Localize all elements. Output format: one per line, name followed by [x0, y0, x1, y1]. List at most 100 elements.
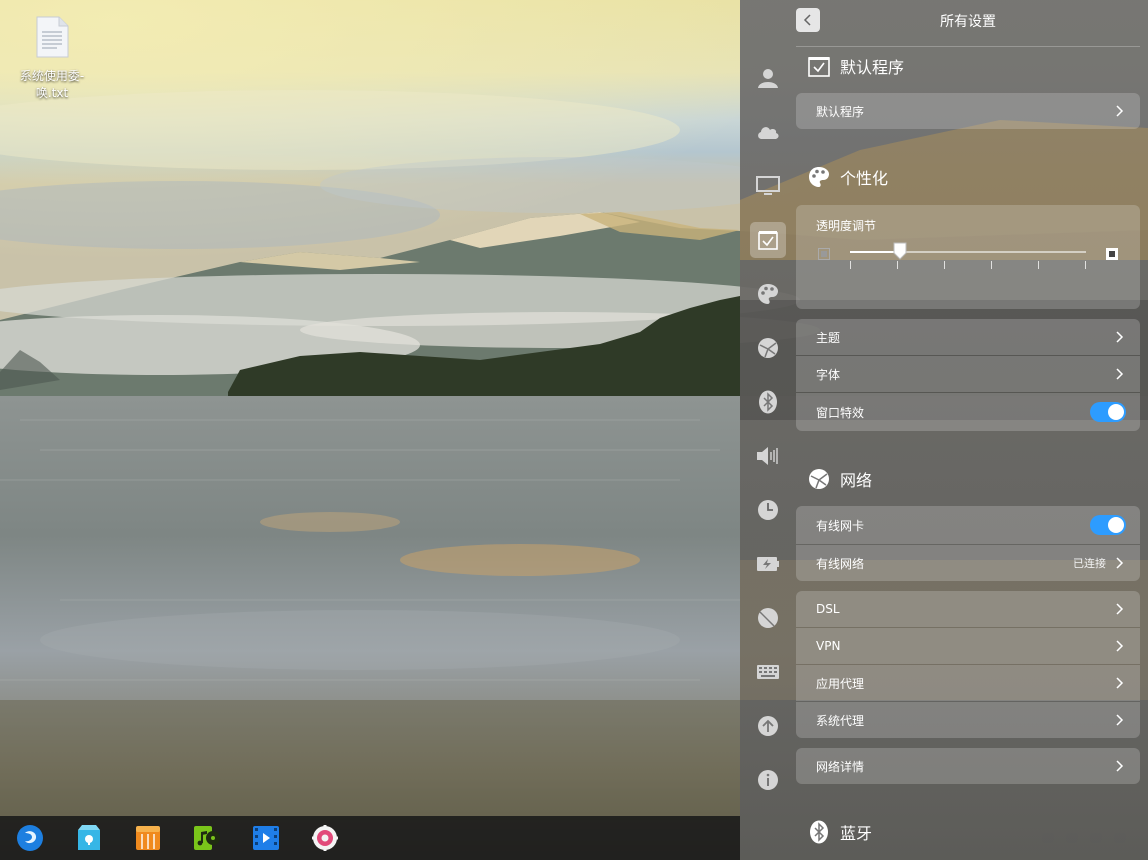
sidebar-item-update[interactable] — [750, 708, 786, 744]
display-icon — [756, 176, 780, 195]
section-title-text: 个性化 — [840, 169, 889, 188]
section-network-title: 网络 — [808, 467, 872, 491]
network-icon — [758, 338, 778, 358]
dock — [0, 816, 740, 860]
video-icon[interactable] — [248, 820, 284, 856]
chevron-right-icon — [1116, 639, 1126, 653]
section-title-text: 网络 — [840, 471, 873, 490]
text-file-icon — [35, 16, 69, 58]
row-label: 系统代理 — [816, 713, 865, 728]
chevron-right-icon — [1116, 556, 1126, 570]
slider-tick — [991, 261, 992, 269]
chevron-right-icon — [1116, 713, 1126, 727]
app-store-icon[interactable] — [71, 820, 107, 856]
archive-icon[interactable] — [130, 820, 166, 856]
slider-tick — [850, 261, 851, 269]
mouse-icon — [758, 608, 778, 628]
keyboard-icon — [757, 665, 779, 679]
wired-card-row: 有线网卡 — [796, 506, 1140, 544]
transparency-high-icon — [1106, 245, 1118, 260]
font-row[interactable]: 字体 — [796, 356, 1140, 392]
chevron-right-icon — [1116, 602, 1126, 616]
dsl-row[interactable]: DSL — [796, 591, 1140, 627]
bluetooth-icon — [759, 390, 777, 414]
sidebar-item-default-apps[interactable] — [750, 222, 786, 258]
header-divider — [796, 46, 1140, 47]
row-label: VPN — [816, 639, 841, 653]
wired-network-row[interactable]: 有线网络 已连接 — [796, 545, 1140, 581]
personalization-icon — [758, 284, 778, 304]
desktop-file-label: 系统使用委-唤.txt — [19, 69, 85, 100]
personalization-icon — [808, 166, 830, 188]
row-label: 主题 — [816, 330, 841, 345]
row-label: 有线网络 — [816, 556, 865, 571]
default-apps-icon — [758, 231, 778, 250]
window-effects-toggle[interactable] — [1090, 402, 1126, 422]
transparency-card: 透明度调节 — [796, 205, 1140, 309]
section-title-text: 蓝牙 — [840, 824, 873, 843]
default-apps-icon — [808, 55, 830, 77]
section-personalization-title: 个性化 — [808, 165, 888, 189]
power-icon — [757, 557, 779, 571]
launcher-icon[interactable] — [12, 820, 48, 856]
info-icon — [758, 770, 778, 790]
sidebar-item-cloud[interactable] — [750, 114, 786, 150]
sidebar-item-personalization[interactable] — [750, 276, 786, 312]
row-label: 默认程序 — [816, 104, 865, 119]
account-icon — [758, 69, 778, 88]
connection-status: 已连接 — [1073, 557, 1106, 570]
chevron-right-icon — [1116, 330, 1126, 344]
network-details-row[interactable]: 网络详情 — [796, 748, 1140, 784]
slider-tick — [944, 261, 945, 269]
slider-tick — [1085, 261, 1086, 269]
sidebar-item-network[interactable] — [750, 330, 786, 366]
chevron-right-icon — [1116, 676, 1126, 690]
theme-row[interactable]: 主题 — [796, 319, 1140, 355]
section-bluetooth-title: 蓝牙 — [808, 820, 872, 844]
transparency-low-icon — [818, 245, 830, 260]
sidebar-item-time[interactable] — [750, 492, 786, 528]
settings-panel: 所有设置 默认程序 默认程序 个性化 透明度调节 主题 字体 窗口特效 网络 有… — [740, 0, 1148, 860]
sidebar-item-keyboard[interactable] — [750, 654, 786, 690]
sidebar-item-info[interactable] — [750, 762, 786, 798]
cloud-icon — [758, 127, 779, 139]
toggle-knob — [1108, 404, 1124, 420]
system-proxy-row[interactable]: 系统代理 — [796, 702, 1140, 738]
settings-header: 所有设置 — [740, 0, 1148, 44]
slider-tick — [1038, 261, 1039, 269]
sidebar-item-display[interactable] — [750, 168, 786, 204]
time-icon — [758, 500, 778, 520]
default-apps-row[interactable]: 默认程序 — [796, 93, 1140, 129]
sidebar-item-account[interactable] — [750, 60, 786, 96]
section-default-apps-title: 默认程序 — [808, 54, 904, 78]
chevron-right-icon — [1116, 104, 1126, 118]
row-label: 有线网卡 — [816, 518, 865, 533]
transparency-slider[interactable] — [850, 242, 1086, 269]
music-icon[interactable] — [189, 820, 225, 856]
sidebar-item-mouse[interactable] — [750, 600, 786, 636]
chevron-right-icon — [1116, 367, 1126, 381]
chevron-right-icon — [1116, 759, 1126, 773]
page-title: 所有设置 — [940, 14, 996, 30]
row-label: 字体 — [816, 367, 841, 382]
row-label: 网络详情 — [816, 759, 865, 774]
sidebar-item-power[interactable] — [750, 546, 786, 582]
wired-card-toggle[interactable] — [1090, 515, 1126, 535]
vpn-row[interactable]: VPN — [796, 628, 1140, 664]
sound-icon — [757, 447, 778, 465]
network-icon — [808, 468, 830, 490]
transparency-label: 透明度调节 — [816, 219, 877, 233]
row-label: 窗口特效 — [816, 405, 865, 420]
sidebar-item-sound[interactable] — [750, 438, 786, 474]
window-effects-row: 窗口特效 — [796, 393, 1140, 431]
row-label: DSL — [816, 602, 840, 616]
update-icon — [758, 716, 778, 736]
sidebar-item-bluetooth[interactable] — [750, 384, 786, 420]
desktop-file-item[interactable]: 系统使用委-唤.txt — [14, 16, 90, 102]
slider-handle[interactable] — [893, 242, 907, 260]
row-label: 应用代理 — [816, 676, 865, 691]
section-title-text: 默认程序 — [840, 58, 905, 77]
app-proxy-row[interactable]: 应用代理 — [796, 665, 1140, 701]
slider-tick — [897, 261, 898, 269]
settings-icon[interactable] — [307, 820, 343, 856]
